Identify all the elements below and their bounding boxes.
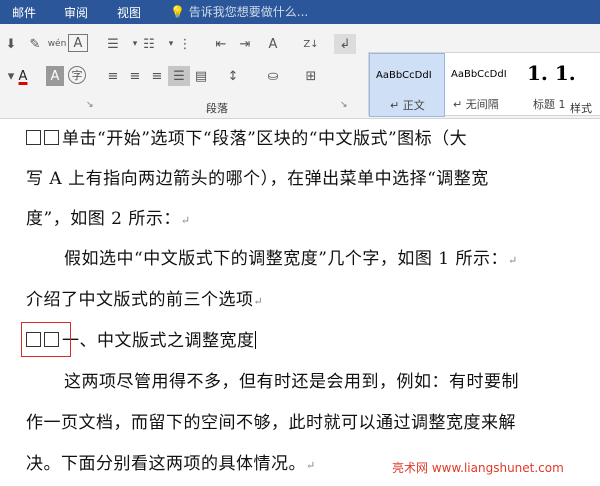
style-sample: AaBbCcDdI — [451, 69, 507, 80]
paragraph-mark: ↵ — [253, 295, 264, 308]
character-shading-icon[interactable]: A — [46, 66, 64, 86]
multilevel-list-icon[interactable]: ⋮ — [174, 34, 196, 54]
highlight-annotation — [21, 322, 71, 357]
shading-icon[interactable]: ⛀ — [262, 66, 284, 86]
styles-gallery: AaBbCcDdI ↵ 正文 AaBbCcDdI ↵ 无间隔 1. 1. 标题 … — [368, 52, 600, 117]
font-color-icon[interactable]: A — [12, 66, 34, 86]
enclose-characters-icon[interactable]: 字 — [68, 66, 86, 84]
character-border-icon[interactable]: A — [68, 34, 88, 52]
tell-me-text: 告诉我您想要做什么... — [188, 5, 309, 19]
style-no-spacing[interactable]: AaBbCcDdI ↵ 无间隔 — [445, 53, 519, 115]
paragraph-line: 介绍了中文版式的前三个选项↵ — [26, 290, 264, 310]
distributed-icon[interactable]: ▤ — [190, 66, 212, 86]
ribbon-tab-bar: 邮件 审阅 视图 💡 告诉我您想要做什么... — [0, 0, 600, 24]
align-right-icon[interactable]: ≡ — [146, 66, 168, 86]
style-sample: 1. 1. — [527, 61, 576, 85]
borders-icon[interactable]: ⊞ — [300, 66, 322, 86]
tab-mailings[interactable]: 邮件 — [12, 4, 36, 21]
font-size-down-icon[interactable]: ⬇ — [0, 34, 22, 54]
paragraph-dialog-launcher-icon[interactable]: ↘ — [340, 100, 348, 110]
style-name: ↵ 正文 — [390, 99, 425, 112]
style-sample: AaBbCcDdI — [376, 70, 432, 81]
paragraph-line: 假如选中“中文版式下的调整宽度”几个字，如图 1 所示：↵ — [64, 249, 518, 269]
font-dialog-launcher-icon[interactable]: ↘ — [86, 100, 94, 110]
pinyin-guide-icon[interactable]: wén — [46, 34, 68, 54]
align-center-icon[interactable]: ≡ — [124, 66, 146, 86]
group-label-paragraph: 段落 — [206, 102, 228, 115]
tell-me-box[interactable]: 💡 告诉我您想要做什么... — [170, 3, 308, 20]
paragraph-mark: ↵ — [180, 214, 191, 227]
bullets-icon[interactable]: ☰ — [102, 34, 124, 54]
align-left-icon[interactable]: ≡ — [102, 66, 124, 86]
paragraph-line: 作一页文档，而留下的空间不够，此时就可以通过调整宽度来解 — [26, 413, 516, 433]
style-name: 标题 1 — [533, 98, 566, 111]
placeholder-box — [26, 130, 41, 145]
tab-view[interactable]: 视图 — [117, 4, 141, 21]
line-spacing-icon[interactable]: ↕ — [222, 66, 244, 86]
group-label-styles: 样式 — [570, 102, 592, 115]
increase-indent-icon[interactable]: ⇥ — [234, 34, 256, 54]
paragraph-line: 写 A 上有指向两边箭头的哪个），在弹出菜单中选择“调整宽 — [26, 169, 489, 189]
paragraph-line: 单击“开始”选项下“段落”区块的“中文版式”图标（大 — [26, 124, 467, 149]
show-marks-icon[interactable]: ↲ — [334, 34, 356, 54]
style-normal[interactable]: AaBbCcDdI ↵ 正文 — [369, 53, 445, 117]
paragraph-line: 决。下面分别看这两项的具体情况。↵ — [26, 454, 316, 474]
sort-icon[interactable]: Z↓ — [300, 34, 322, 54]
paragraph-line: 这两项尽管用得不多，但有时还是会用到，例如：有时要制 — [64, 372, 519, 392]
justify-icon[interactable]: ☰ — [168, 66, 190, 86]
lightbulb-icon: 💡 — [170, 5, 185, 19]
paragraph-mark: ↵ — [508, 254, 518, 267]
ribbon: ⬇ ✎ wén A ▾ A A 字 ☰ ▾ ☷ ▾ ⋮ ⇤ ⇥ A Z↓ ↲ ≡… — [0, 24, 600, 119]
style-name: ↵ 无间隔 — [453, 98, 499, 111]
tab-review[interactable]: 审阅 — [64, 4, 88, 21]
watermark: 亮术网 www.liangshunet.com — [392, 461, 564, 475]
clear-formatting-icon[interactable]: ✎ — [24, 34, 46, 54]
numbering-icon[interactable]: ☷ — [138, 34, 160, 54]
chinese-layout-icon[interactable]: A — [262, 34, 284, 54]
decrease-indent-icon[interactable]: ⇤ — [210, 34, 232, 54]
paragraph-line: 度”，如图 2 所示：↵ — [26, 209, 191, 229]
document-page[interactable]: 单击“开始”选项下“段落”区块的“中文版式”图标（大 写 A 上有指向两边箭头的… — [0, 119, 600, 486]
text-cursor — [254, 331, 256, 349]
placeholder-box — [44, 130, 59, 145]
paragraph-mark: ↵ — [306, 459, 316, 472]
